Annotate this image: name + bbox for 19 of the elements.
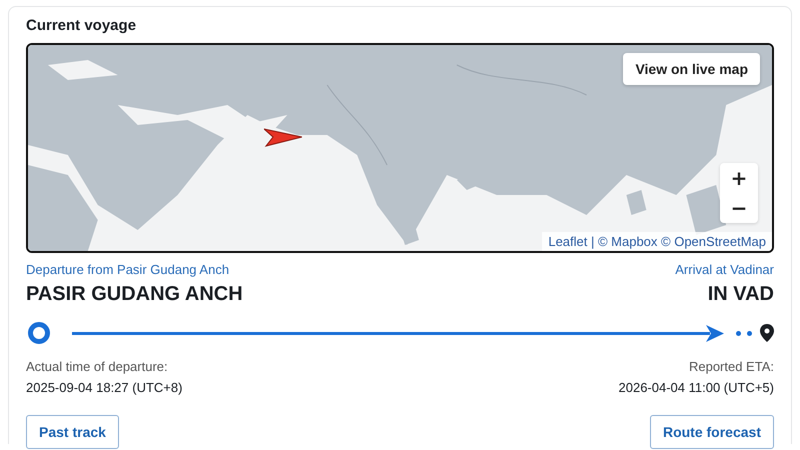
departure-port: PASIR GUDANG ANCH — [26, 283, 243, 306]
departure-time-label: Actual time of departure: — [26, 359, 168, 374]
live-map-button[interactable]: View on live map — [623, 53, 760, 85]
past-track-button[interactable]: Past track — [26, 415, 119, 449]
dots-icon — [736, 330, 752, 336]
eta-label: Reported ETA: — [688, 359, 774, 374]
eta-time: 2026-04-04 11:00 (UTC+5) — [618, 380, 774, 395]
arrival-caption: Arrival at Vadinar — [675, 262, 774, 277]
zoom-in-button[interactable]: + — [720, 163, 758, 193]
map-attribution: Leaflet | © Mapbox © OpenStreetMap — [542, 232, 772, 251]
departure-caption: Departure from Pasir Gudang Anch — [26, 262, 230, 277]
arrowhead-icon — [706, 324, 724, 342]
card-title: Current voyage — [26, 17, 138, 34]
zoom-out-button[interactable]: − — [720, 193, 758, 223]
departure-time: 2025-09-04 18:27 (UTC+8) — [26, 380, 182, 395]
location-pin-icon — [760, 324, 774, 342]
origin-marker-icon — [28, 322, 50, 344]
arrival-port: IN VAD — [708, 283, 774, 306]
route-forecast-button[interactable]: Route forecast — [650, 415, 774, 449]
